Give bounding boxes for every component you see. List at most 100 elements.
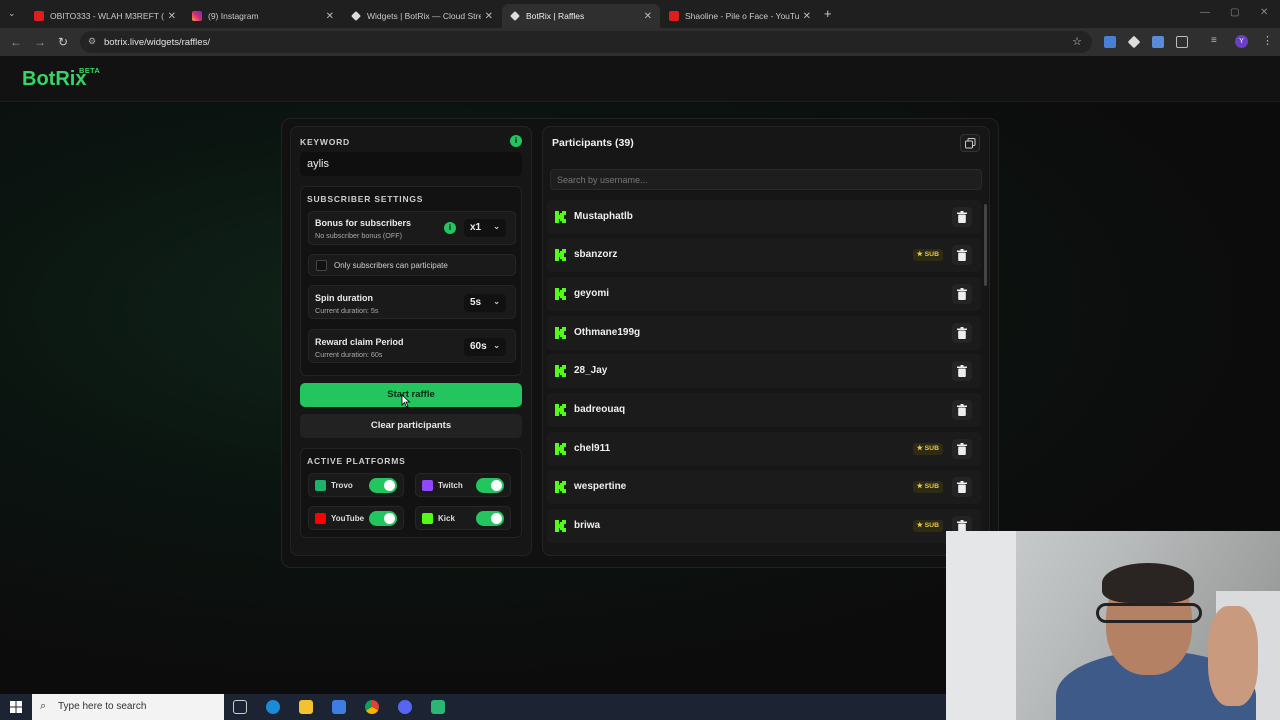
chevron-down-icon: ⌄ (493, 297, 500, 306)
spin-duration-select[interactable]: 5s ⌄ (464, 294, 506, 312)
platform-kick: Kick (415, 506, 511, 530)
close-icon[interactable]: ✕ (326, 11, 334, 22)
new-tab-plus-icon[interactable]: + (824, 6, 832, 21)
reload-icon[interactable]: ↻ (58, 35, 68, 49)
window-close-icon[interactable]: ✕ (1260, 7, 1268, 18)
delete-participant-button[interactable] (952, 439, 972, 459)
start-raffle-button[interactable]: Start raffle (300, 383, 522, 407)
file-explorer-icon[interactable] (299, 700, 313, 714)
twitch-icon (422, 480, 433, 491)
browser-menu-icon[interactable]: ⋮ (1262, 34, 1273, 47)
copy-participants-button[interactable] (960, 134, 980, 152)
sub-badge: ★ SUB (912, 443, 943, 455)
close-icon[interactable]: ✕ (485, 11, 493, 22)
search-icon: ⌕ (40, 700, 47, 712)
platform-trovo: Trovo (308, 473, 404, 497)
kick-icon (555, 249, 566, 261)
bookmark-star-icon[interactable]: ☆ (1072, 35, 1082, 48)
botrix-icon (351, 11, 361, 21)
trash-icon (957, 443, 967, 455)
tab-botrix-widgets[interactable]: Widgets | BotRix — Cloud Strea ✕ (343, 4, 501, 28)
close-icon[interactable]: ✕ (644, 11, 652, 22)
forward-arrow-icon[interactable]: → (34, 35, 46, 49)
delete-participant-button[interactable] (952, 323, 972, 343)
participant-name: sbanzorz (574, 249, 618, 260)
participant-search-input[interactable] (550, 169, 982, 190)
url-field[interactable]: ⚙ botrix.live/widgets/raffles/ ☆ (80, 31, 1092, 53)
taskbar-search-box[interactable]: ⌕ Type here to search (32, 694, 224, 720)
trovo-toggle[interactable] (369, 478, 397, 493)
sub-badge: ★ SUB (912, 481, 943, 493)
chrome-icon[interactable] (365, 700, 379, 714)
subscriber-settings-label: SUBSCRIBER SETTINGS (307, 194, 424, 204)
task-view-icon[interactable] (233, 700, 247, 714)
kick-toggle[interactable] (476, 511, 504, 526)
trash-icon (957, 404, 967, 416)
profile-avatar[interactable]: Y (1235, 35, 1248, 48)
app-icon[interactable] (431, 700, 445, 714)
delete-participant-button[interactable] (952, 245, 972, 265)
windows-start-icon[interactable] (10, 701, 22, 713)
only-subs-row[interactable]: Only subscribers can participate (308, 254, 516, 276)
participant-row: chel911 ★ SUB (547, 432, 981, 466)
tab-search-chevron-icon[interactable]: ⌄ (8, 8, 16, 19)
delete-participant-button[interactable] (952, 207, 972, 227)
tab-instagram[interactable]: (9) Instagram ✕ (184, 4, 342, 28)
botrix-logo[interactable]: BotRix (22, 68, 86, 91)
clear-participants-button[interactable]: Clear participants (300, 414, 522, 438)
back-arrow-icon[interactable]: ← (10, 35, 22, 49)
discord-icon[interactable] (398, 700, 412, 714)
extensions-puzzle-icon[interactable] (1176, 36, 1188, 48)
delete-participant-button[interactable] (952, 361, 972, 381)
tab-youtube-shaoline[interactable]: Shaoline - Pile o Face - YouTub ✕ (661, 4, 819, 28)
chevron-down-icon: ⌄ (493, 222, 500, 231)
youtube-icon (315, 513, 326, 524)
translate-extension-icon[interactable] (1104, 36, 1116, 48)
reward-claim-subtitle: Current duration: 60s (315, 350, 383, 359)
tab-botrix-raffles[interactable]: BotRix | Raffles ✕ (502, 4, 660, 28)
image-extension-icon[interactable] (1152, 36, 1164, 48)
youtube-toggle[interactable] (369, 511, 397, 526)
tab-youtube-obito[interactable]: OBITO333 - WLAH M3REFT ( Ofi ✕ (26, 4, 184, 28)
edge-icon[interactable] (266, 700, 280, 714)
minimize-icon[interactable]: — (1200, 7, 1210, 18)
delete-participant-button[interactable] (952, 284, 972, 304)
store-icon[interactable] (332, 700, 346, 714)
spin-duration-value: 5s (470, 297, 482, 308)
participant-name: wespertine (574, 481, 627, 492)
kick-icon (422, 513, 433, 524)
chevron-down-icon: ⌄ (493, 341, 500, 350)
url-text: botrix.live/widgets/raffles/ (104, 37, 210, 48)
platform-twitch: Twitch (415, 473, 511, 497)
maximize-icon[interactable]: ▢ (1230, 7, 1239, 18)
sub-badge-label: SUB (924, 251, 939, 258)
reward-claim-select[interactable]: 60s ⌄ (464, 338, 506, 356)
participant-row: briwa ★ SUB (547, 509, 981, 543)
webcam-person-hand (1208, 606, 1258, 706)
delete-participant-button[interactable] (952, 400, 972, 420)
twitch-toggle[interactable] (476, 478, 504, 493)
participants-scrollbar[interactable] (984, 204, 987, 286)
sub-badge: ★ SUB (912, 520, 943, 532)
copy-icon (965, 138, 976, 149)
participant-name: chel911 (574, 443, 611, 454)
keyword-info-icon[interactable]: i (510, 135, 522, 147)
bonus-multiplier-select[interactable]: x1 ⌄ (464, 219, 506, 237)
trash-icon (957, 327, 967, 339)
site-info-icon[interactable]: ⚙ (88, 36, 96, 47)
trash-icon (957, 211, 967, 223)
delete-participant-button[interactable] (952, 477, 972, 497)
participant-row: Mustaphatlb (547, 200, 981, 234)
only-subs-label: Only subscribers can participate (334, 261, 448, 270)
close-icon[interactable]: ✕ (803, 11, 811, 22)
botrix-extension-icon[interactable] (1127, 35, 1141, 49)
keyword-input[interactable] (300, 152, 522, 176)
bonus-info-icon[interactable]: i (444, 222, 456, 234)
reading-list-icon[interactable]: ≡ (1211, 35, 1217, 46)
sub-badge-label: SUB (924, 483, 939, 490)
close-icon[interactable]: ✕ (168, 11, 176, 22)
browser-tab-bar: ⌄ OBITO333 - WLAH M3REFT ( Ofi ✕ (9) Ins… (0, 0, 1280, 28)
windows-taskbar: ⌕ Type here to search (0, 694, 946, 720)
webcam-headset (1096, 603, 1202, 623)
only-subs-checkbox[interactable] (316, 260, 327, 271)
